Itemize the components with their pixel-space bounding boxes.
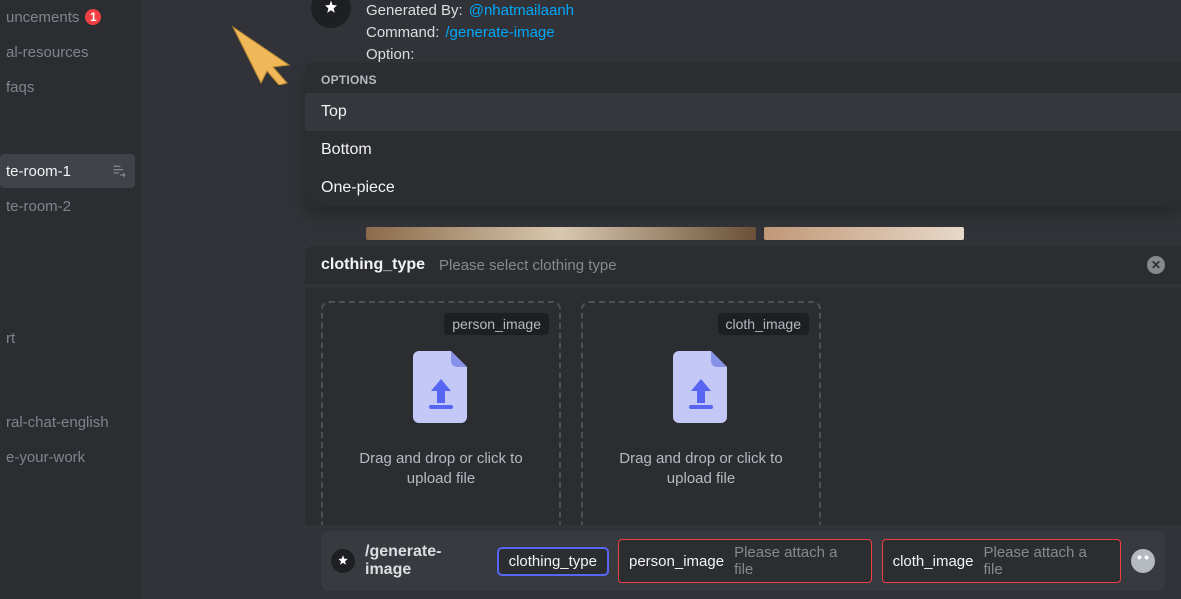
param-hint: Please select clothing type	[439, 257, 617, 274]
clear-param-button[interactable]: ✕	[1147, 256, 1165, 274]
create-thread-icon[interactable]	[111, 163, 127, 179]
app-command-icon	[331, 549, 355, 573]
emoji-picker-button[interactable]	[1131, 549, 1155, 573]
image-strip	[366, 227, 964, 240]
chip-value: Please attach a file	[983, 544, 1110, 578]
channel-label: te-room-1	[6, 163, 71, 180]
option-bottom[interactable]: Bottom	[305, 131, 1181, 169]
command-label: Command:	[366, 22, 439, 44]
channel-your-work[interactable]: e-your-work	[0, 440, 135, 474]
chip-cloth-image[interactable]: cloth_image Please attach a file	[882, 539, 1121, 583]
channel-blank[interactable]	[0, 273, 135, 307]
dropzone-tag: cloth_image	[718, 313, 810, 335]
chip-key: clothing_type	[509, 553, 597, 570]
channel-room-1[interactable]: te-room-1	[0, 154, 135, 188]
option-one-piece[interactable]: One-piece	[305, 169, 1181, 207]
options-popup: OPTIONS Top Bottom One-piece	[305, 63, 1181, 207]
dropzone-hint: Drag and drop or click to upload file	[323, 449, 559, 490]
chip-key: cloth_image	[893, 553, 974, 570]
chip-person-image[interactable]: person_image Please attach a file	[618, 539, 872, 583]
channel-room-2[interactable]: te-room-2	[0, 189, 135, 223]
channel-label: faqs	[6, 79, 34, 96]
upload-area: person_image Drag and drop or click to u…	[305, 288, 1181, 555]
channel-chat-english[interactable]: ral-chat-english	[0, 405, 135, 439]
dropzone-person-image[interactable]: person_image Drag and drop or click to u…	[321, 301, 561, 539]
bot-avatar[interactable]	[311, 0, 351, 28]
message-meta: Generated By: @nhatmailaanh Command: /ge…	[366, 0, 574, 66]
unread-badge: 1	[85, 9, 101, 25]
dropzone-cloth-image[interactable]: cloth_image Drag and drop or click to up…	[581, 301, 821, 539]
command-name: /generate-image	[365, 543, 488, 579]
channel-label: al-resources	[6, 44, 89, 61]
channel-label: e-your-work	[6, 449, 85, 466]
channel-announcements[interactable]: uncements 1	[0, 0, 135, 34]
file-upload-icon	[671, 351, 731, 423]
channel-faqs[interactable]: faqs	[0, 70, 135, 104]
message-input-footer: /generate-image clothing_type person_ima…	[305, 525, 1181, 599]
generated-by-user[interactable]: @nhatmailaanh	[469, 0, 574, 22]
param-name: clothing_type	[321, 256, 425, 274]
channel-rt[interactable]: rt	[0, 321, 135, 355]
main-content: Generated By: @nhatmailaanh Command: /ge…	[141, 0, 1181, 599]
file-upload-icon	[411, 351, 471, 423]
command-value: /generate-image	[445, 22, 554, 44]
dropzone-tag: person_image	[444, 313, 549, 335]
generated-by-label: Generated By:	[366, 0, 463, 22]
channel-sidebar: uncements 1 al-resources faqs te-room-1 …	[0, 0, 141, 599]
channel-label: rt	[6, 330, 15, 347]
dropzone-hint: Drag and drop or click to upload file	[583, 449, 819, 490]
options-header: OPTIONS	[305, 63, 1181, 93]
channel-label: te-room-2	[6, 198, 71, 215]
channel-label: uncements	[6, 9, 79, 26]
chip-value: Please attach a file	[734, 544, 861, 578]
param-bar: clothing_type Please select clothing typ…	[305, 246, 1181, 284]
option-top[interactable]: Top	[305, 93, 1181, 131]
command-input[interactable]: /generate-image clothing_type person_ima…	[321, 531, 1165, 591]
chip-key: person_image	[629, 553, 724, 570]
pointer-arrow-icon	[231, 25, 311, 85]
channel-label: ral-chat-english	[6, 414, 109, 431]
chip-clothing-type[interactable]: clothing_type	[498, 548, 608, 575]
channel-resources[interactable]: al-resources	[0, 35, 135, 69]
